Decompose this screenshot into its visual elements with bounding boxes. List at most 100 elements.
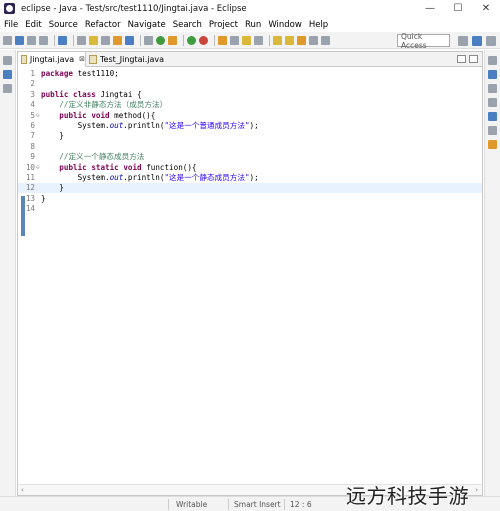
close-button[interactable]: ✕	[472, 0, 500, 17]
run-icon[interactable]	[156, 35, 165, 45]
code-line[interactable]: 5 ⊖ public void method(){	[18, 111, 482, 121]
line-number: 1	[30, 69, 35, 78]
code-token: function(){	[141, 162, 197, 172]
tab-jingtai-java[interactable]: Jingtai.java ⊠	[18, 52, 86, 67]
new-java-project-icon[interactable]	[187, 35, 196, 45]
maximize-editor-icon[interactable]	[469, 55, 478, 63]
code-line[interactable]: 4 //定义非静态方法（成员方法）	[18, 100, 482, 110]
back-icon[interactable]	[309, 35, 318, 45]
code-token: }	[41, 183, 64, 193]
build-icon[interactable]	[89, 35, 98, 45]
code-token: method(){	[109, 110, 156, 120]
save-icon[interactable]	[15, 35, 24, 45]
next-annotation-icon[interactable]	[273, 35, 282, 45]
annotation-icon[interactable]	[242, 35, 251, 45]
new-class-icon[interactable]	[199, 35, 208, 45]
console-icon[interactable]	[488, 140, 497, 149]
problems-icon[interactable]	[488, 98, 497, 107]
task-list-icon[interactable]	[488, 70, 497, 79]
terminal-icon[interactable]	[58, 35, 67, 45]
debug-perspective-icon[interactable]	[486, 36, 496, 46]
editor-view-controls	[454, 55, 478, 63]
external-tools-icon[interactable]	[125, 35, 134, 45]
code-line[interactable]: 2	[18, 79, 482, 89]
menu-run[interactable]: Run	[245, 20, 261, 30]
toolbar-separator	[140, 34, 141, 46]
code-line[interactable]: 3 public class Jingtai {	[18, 90, 482, 100]
menu-project[interactable]: Project	[209, 20, 238, 30]
forward-icon[interactable]	[321, 35, 330, 45]
quick-access-input[interactable]: Quick Access	[397, 32, 450, 50]
code-line[interactable]: 9 //定义一个静态成员方法	[18, 152, 482, 162]
main-toolbar: Quick Access	[0, 32, 500, 50]
coverage-icon[interactable]	[168, 35, 177, 45]
code-text: }	[41, 183, 64, 193]
declaration-icon[interactable]	[488, 126, 497, 135]
code-token: test1110;	[73, 69, 119, 78]
new-file-icon[interactable]	[3, 35, 12, 45]
tab-test-jingtai-java[interactable]: Test_Jingtai.java	[86, 52, 176, 67]
save-all-icon[interactable]	[27, 35, 36, 45]
previous-annotation-icon[interactable]	[285, 35, 294, 45]
java-perspective-icon[interactable]	[472, 36, 482, 46]
menu-window[interactable]: Window	[268, 20, 302, 30]
code-line[interactable]: 12 }	[18, 183, 482, 194]
debug-icon[interactable]	[144, 35, 153, 45]
status-writable: Writable	[176, 500, 208, 509]
skip-breakpoints-icon[interactable]	[77, 35, 86, 45]
code-token: //定义一个静态成员方法	[59, 152, 145, 162]
code-line[interactable]: 11 System.out.println("这是一个静态成员方法");	[18, 173, 482, 183]
code-line[interactable]: 1 package test1110;	[18, 69, 482, 79]
menu-edit[interactable]: Edit	[25, 20, 41, 30]
code-line[interactable]: 7 }	[18, 131, 482, 141]
tab-label: Jingtai.java	[29, 54, 75, 64]
search-icon[interactable]	[230, 35, 239, 45]
title-bar: eclipse - Java - Test/src/test1110/Jingt…	[0, 0, 500, 17]
last-edit-icon[interactable]	[297, 35, 306, 45]
menu-navigate[interactable]: Navigate	[128, 20, 166, 30]
open-perspective-icon[interactable]	[458, 36, 468, 46]
status-insert-mode: Smart Insert	[234, 500, 281, 509]
restore-icon[interactable]	[3, 56, 12, 65]
minimize-button[interactable]: —	[416, 0, 444, 17]
toolbar-separator	[73, 34, 74, 46]
menu-help[interactable]: Help	[309, 20, 328, 30]
outline-icon[interactable]	[488, 84, 497, 93]
status-cursor-position: 12 : 6	[290, 500, 312, 509]
menu-file[interactable]: File	[4, 20, 18, 30]
status-separator	[168, 499, 169, 510]
code-line[interactable]: 14	[18, 204, 482, 214]
code-token: System.	[41, 173, 110, 182]
code-token: System.	[41, 121, 110, 130]
code-token: );	[249, 121, 259, 130]
maximize-button[interactable]: ☐	[444, 0, 472, 17]
window-controls: — ☐ ✕	[416, 0, 500, 17]
hierarchy-icon[interactable]	[3, 84, 12, 93]
tools-icon[interactable]	[101, 35, 110, 45]
javadoc-icon[interactable]	[488, 112, 497, 121]
fold-toggle-icon[interactable]: ⊖	[36, 163, 40, 173]
scroll-right-icon[interactable]: ›	[475, 486, 478, 494]
fold-toggle-icon[interactable]: ⊖	[36, 111, 40, 121]
code-editor[interactable]: 1 package test1110; 2 3 public class Jingtai…	[18, 68, 482, 482]
menu-search[interactable]: Search	[173, 20, 202, 30]
package-icon[interactable]	[113, 35, 122, 45]
open-type-icon[interactable]	[218, 35, 227, 45]
code-line[interactable]: 8	[18, 142, 482, 152]
menu-source[interactable]: Source	[49, 20, 78, 30]
code-line[interactable]: 6 System.out.println("这是一个普通成员方法");	[18, 121, 482, 131]
close-tab-icon[interactable]: ⊠	[79, 55, 85, 63]
code-line[interactable]: 10 ⊖ public static void function(){	[18, 163, 482, 173]
restore-icon[interactable]	[488, 56, 497, 65]
print-icon[interactable]	[39, 35, 48, 45]
scroll-left-icon[interactable]: ‹	[21, 486, 24, 494]
menu-refactor[interactable]: Refactor	[85, 20, 121, 30]
minimize-editor-icon[interactable]	[457, 55, 466, 63]
package-explorer-icon[interactable]	[3, 70, 12, 79]
code-line[interactable]: 13}	[18, 194, 482, 204]
toggle-mark-icon[interactable]	[254, 35, 263, 45]
